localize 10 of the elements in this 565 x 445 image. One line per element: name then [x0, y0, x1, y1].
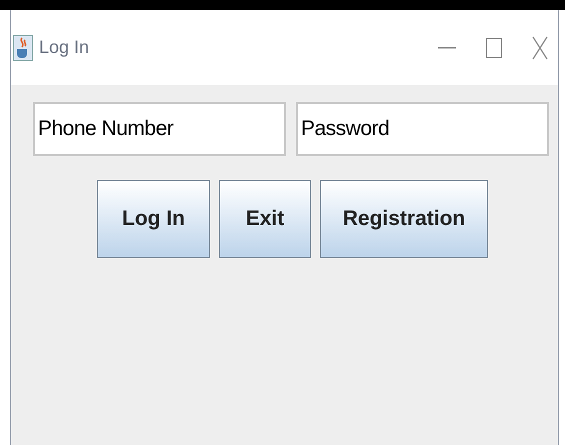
- window-title: Log In: [39, 36, 90, 59]
- text-field[interactable]: Password: [296, 102, 549, 156]
- action-button[interactable]: Exit: [219, 180, 311, 258]
- action-button[interactable]: Log In: [97, 180, 210, 258]
- maximize-icon[interactable]: [486, 38, 502, 58]
- close-icon[interactable]: [532, 36, 548, 60]
- coffee-cup-icon: [13, 34, 33, 60]
- action-button[interactable]: Registration: [320, 180, 488, 258]
- text-field[interactable]: Phone Number: [33, 102, 286, 156]
- minimize-icon[interactable]: [438, 46, 456, 48]
